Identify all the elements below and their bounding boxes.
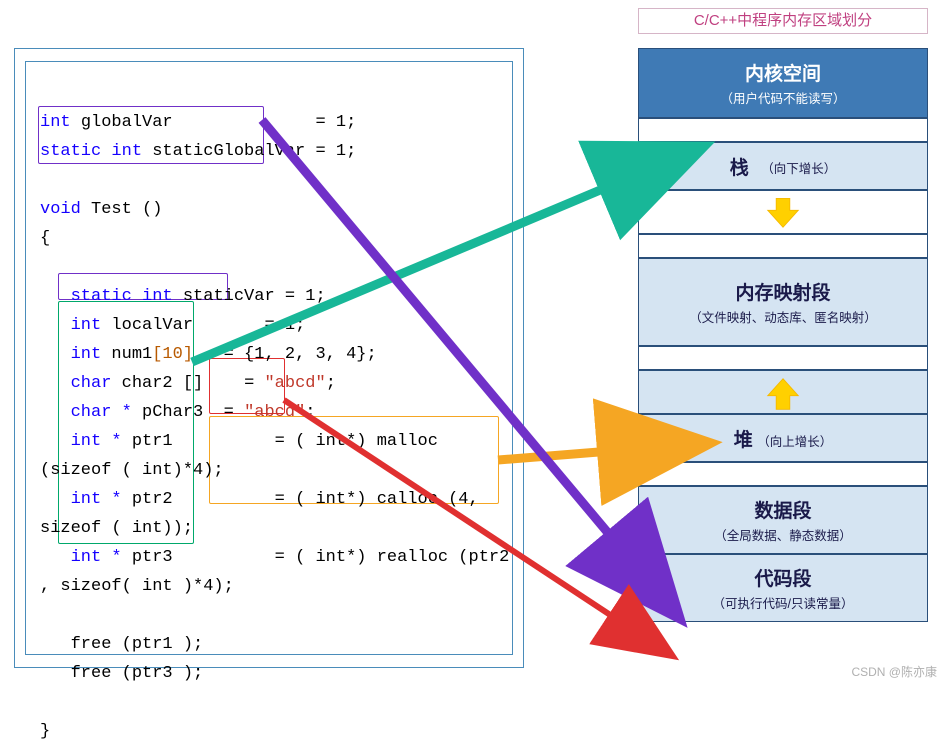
- watermark: CSDN @陈亦康: [851, 663, 937, 680]
- line-12: int * ptr3 = ( int*) realloc (ptr2 , siz…: [40, 543, 512, 601]
- region-stack: 栈 （向下增长）: [638, 142, 928, 190]
- line-5: static int staticVar = 1;: [40, 282, 512, 311]
- spacer: [638, 346, 928, 370]
- line-10: int * ptr1 = ( int*) malloc (sizeof ( in…: [40, 427, 512, 485]
- down-arrow-icon: [766, 195, 800, 229]
- line-9: char * pChar3 = "abcd";: [40, 398, 512, 427]
- line-4: {: [40, 224, 512, 253]
- line-8: char char2 [] = "abcd";: [40, 369, 512, 398]
- line-13: free (ptr1 );: [40, 630, 512, 659]
- code-panel-inner: int globalVar = 1; static int staticGlob…: [25, 61, 513, 655]
- line-1: int globalVar = 1;: [40, 108, 512, 137]
- heap-grow-arrow: [638, 370, 928, 414]
- line-7: int num1[10] = {1, 2, 3, 4};: [40, 340, 512, 369]
- up-arrow-icon: [766, 377, 800, 411]
- stack-grow-arrow: [638, 190, 928, 234]
- code-panel-outer: int globalVar = 1; static int staticGlob…: [14, 48, 524, 668]
- region-code: 代码段 （可执行代码/只读常量）: [638, 554, 928, 622]
- spacer: [638, 234, 928, 258]
- line-6: int localVar = 1;: [40, 311, 512, 340]
- diagram-title: C/C++中程序内存区域划分: [638, 8, 928, 34]
- spacer: [638, 118, 928, 142]
- region-heap: 堆 （向上增长）: [638, 414, 928, 462]
- memory-layout: 内核空间 （用户代码不能读写） 栈 （向下增长） 内存映射段 （文件映射、动态库…: [638, 48, 928, 660]
- spacer: [638, 462, 928, 486]
- region-mmap: 内存映射段 （文件映射、动态库、匿名映射）: [638, 258, 928, 346]
- region-data: 数据段 （全局数据、静态数据）: [638, 486, 928, 554]
- line-3: void Test (): [40, 195, 512, 224]
- code-listing: int globalVar = 1; static int staticGlob…: [40, 108, 512, 746]
- line-2: static int staticGlobalVar = 1;: [40, 137, 512, 166]
- region-kernel: 内核空间 （用户代码不能读写）: [638, 48, 928, 118]
- line-11: int * ptr2 = ( int*) calloc (4, sizeof (…: [40, 485, 512, 543]
- line-15: }: [40, 717, 512, 746]
